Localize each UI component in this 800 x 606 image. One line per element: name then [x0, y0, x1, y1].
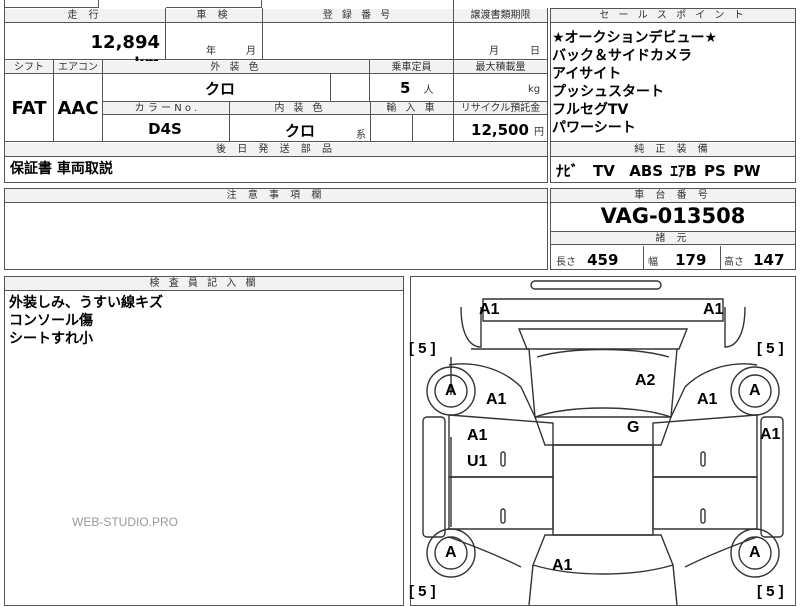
spec-length-value: 459 — [587, 251, 619, 269]
tire-grade-front-left: A — [445, 382, 457, 399]
transfer-day-unit: 日 — [530, 46, 540, 57]
exterior-color-value: クロ — [204, 80, 235, 98]
color-no-value: D4S — [148, 120, 182, 138]
mileage-number: 12,894 — [90, 32, 160, 53]
sales-points-label: セ ー ル ス ポ イ ン ト — [551, 9, 795, 23]
damage-mark-windshield: G — [627, 419, 640, 436]
inspector-line: シートすれ小 — [9, 331, 93, 347]
spec-height-value: 147 — [753, 251, 785, 269]
spec-length-label: 長さ — [556, 257, 576, 268]
chassis-value: VAG-013508 — [600, 204, 746, 228]
damage-mark-fender-left: A1 — [486, 391, 507, 408]
tire-grade-rear-left: A — [445, 544, 457, 561]
interior-color-label: 内 装 色 — [230, 102, 370, 115]
spec-length: 長さ 459 — [556, 250, 618, 269]
inspector-line: 外装しみ、うすい線キズ — [9, 295, 163, 311]
damage-mark-door-left: A1 — [467, 427, 488, 444]
color-no-label: カ ラ ー N o . — [103, 102, 229, 115]
tread-rear-right: [ 5 ] — [757, 583, 784, 600]
capacity-unit: 人 — [423, 85, 434, 96]
equipment-label: 純 正 装 備 — [551, 143, 795, 157]
equipment-item: ｴｱB — [670, 162, 697, 180]
spec-height: 高さ 147 — [724, 250, 784, 269]
car-diagram: [ 5 ] [ 5 ] [ 5 ] [ 5 ] A A A A A1 A1 A2… — [409, 276, 796, 606]
spec-width: 幅 179 — [648, 250, 706, 269]
equipment-item: TV — [592, 162, 615, 180]
tread-front-left: [ 5 ] — [409, 340, 436, 357]
capacity-label: 乗車定員 — [370, 61, 453, 74]
transfer-label: 譲渡書類期限 — [454, 9, 547, 23]
max-load-label: 最大積載量 — [454, 61, 547, 74]
damage-mark-fender-right: A1 — [697, 391, 718, 408]
aircon-value: AAC — [57, 98, 99, 119]
later-parts-value: 保証書 車両取説 — [10, 161, 113, 177]
sales-point-item: パワーシート — [552, 120, 636, 136]
inspector-line: コンソール傷 — [9, 313, 93, 329]
shift-value: FAT — [11, 98, 47, 119]
sales-point-item: ★オークションデビュー★ — [552, 30, 718, 46]
damage-mark-door-left-u: U1 — [467, 453, 488, 470]
notes-label: 注 意 事 項 欄 — [5, 189, 547, 203]
interior-color-value: クロ — [284, 122, 315, 140]
damage-mark-front-right: A1 — [703, 301, 724, 318]
spec-width-value: 179 — [675, 251, 707, 269]
inspector-lines: 外装しみ、うすい線キズ コンソール傷 シートすれ小 — [9, 294, 399, 348]
recycle-unit: 円 — [534, 127, 544, 138]
equipment-item: PS — [704, 162, 726, 180]
sales-point-item: フルセグTV — [552, 102, 629, 118]
capacity-value: 5 人 — [400, 78, 450, 97]
damage-mark-rear: A1 — [552, 557, 573, 574]
registration-label: 登 録 番 号 — [263, 9, 453, 23]
tire-grade-rear-right: A — [749, 544, 761, 561]
tread-front-right: [ 5 ] — [757, 340, 784, 357]
spec-height-label: 高さ — [724, 257, 744, 268]
damage-mark-side-right: A1 — [760, 426, 781, 443]
spec-width-label: 幅 — [648, 257, 658, 268]
later-parts-label: 後 日 発 送 部 品 — [5, 143, 547, 157]
inspector-label: 検 査 員 記 入 欄 — [5, 277, 403, 291]
equipment-list: ﾅﾋﾞ TV ABS ｴｱB PS PW — [556, 160, 792, 181]
watermark: WEB-STUDIO.PRO — [72, 515, 179, 529]
sales-point-item: バック＆サイドカメラ — [552, 48, 692, 64]
recycle-number: 12,500 — [471, 121, 529, 139]
inspection-year-unit: 年 — [206, 46, 216, 57]
inspection-label: 車 検 — [166, 9, 262, 23]
tread-rear-left: [ 5 ] — [409, 583, 436, 600]
damage-mark-hood: A2 — [635, 372, 656, 389]
import-label: 輸 入 車 — [371, 102, 453, 115]
chassis-label: 車 台 番 号 — [551, 189, 795, 203]
interior-color-suffix: 系 — [356, 130, 366, 141]
exterior-color-label: 外 装 色 — [103, 61, 369, 74]
sales-point-item: プッシュスタート — [552, 84, 664, 100]
damage-mark-front-left: A1 — [479, 301, 500, 318]
equipment-item: PW — [733, 162, 761, 180]
mileage-value: 12,894 km — [60, 32, 160, 72]
aircon-label: エアコン — [54, 61, 102, 74]
tire-grade-front-right: A — [749, 382, 761, 399]
equipment-item: ﾅﾋﾞ — [556, 162, 579, 180]
load-unit: kg — [528, 84, 541, 95]
recycle-label: リサイクル預託金 — [454, 102, 547, 115]
specs-label: 諸 元 — [551, 231, 795, 245]
mileage-label: 走 行 — [5, 9, 165, 23]
inspection-month-unit: 月 — [246, 46, 256, 57]
recycle-value: 12,500 円 — [456, 120, 544, 139]
shift-label: シフト — [5, 61, 53, 74]
sales-point-item: アイサイト — [552, 66, 622, 82]
equipment-item: ABS — [629, 162, 664, 180]
sales-points-list: ★オークションデビュー★ バック＆サイドカメラ アイサイト プッシュスタート フ… — [552, 29, 792, 137]
transfer-month-unit: 月 — [489, 46, 499, 57]
capacity-number: 5 — [400, 79, 411, 97]
